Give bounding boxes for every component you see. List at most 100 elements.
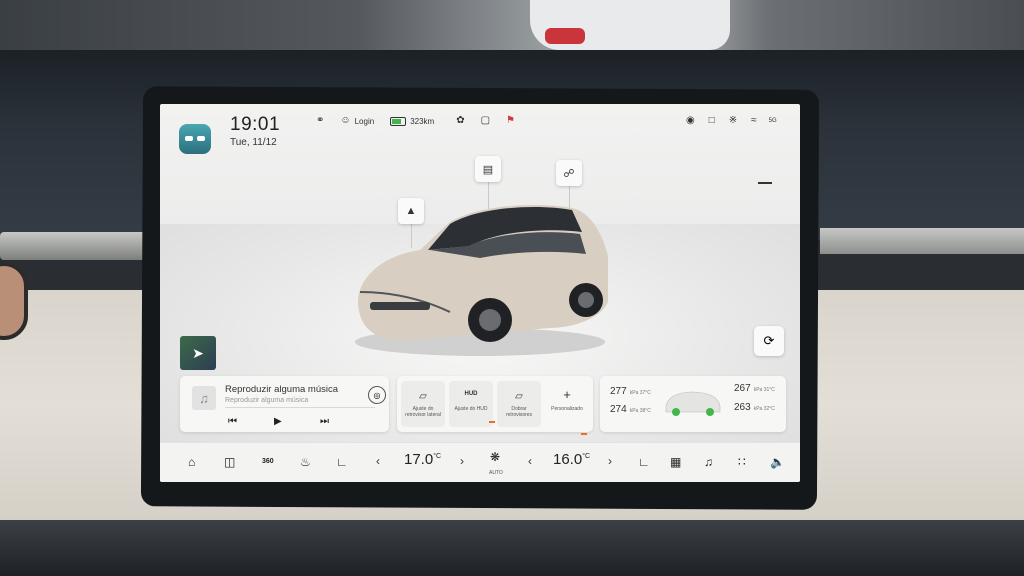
car-rear-rim [578, 292, 594, 308]
hud-adjust-button[interactable]: HUD Ajuste do HUD [449, 381, 493, 427]
charging-port-hotspot[interactable]: ☍ [556, 160, 582, 186]
customize-label: Personalizado [551, 406, 583, 412]
play-icon[interactable]: ▶ [274, 416, 282, 427]
tire-front-right-unit: kPa 31°C [753, 387, 775, 393]
rear-defrost-icon[interactable]: ▦ [670, 455, 681, 469]
signal-icon: 5G [768, 118, 777, 124]
bell-icon[interactable]: ⚑ [506, 116, 515, 126]
tire-car-diagram [665, 391, 721, 416]
location-icon: ◉ [686, 115, 695, 126]
passenger-temp-up[interactable]: › [608, 454, 612, 468]
passenger-seat-icon[interactable]: ∟ [638, 455, 650, 469]
passenger-temp-down[interactable]: ‹ [528, 454, 532, 468]
navigation-tile[interactable]: ➤ [180, 336, 216, 370]
music-subtitle: Reproduzir alguma música [225, 397, 309, 404]
range-label: 323km [410, 116, 435, 126]
fold-mirrors-button[interactable]: ▱ Dobrar retrovisores [497, 381, 541, 427]
driver-temp-down[interactable]: ‹ [376, 454, 380, 468]
fold-mirrors-label: Dobrar retrovisores [505, 406, 533, 418]
window-icon[interactable]: ▢ [481, 116, 490, 126]
mirror-adjust-button[interactable]: ▱ Ajuste do retrovisor lateral [401, 381, 445, 427]
wifi-icon: ≈ [751, 115, 757, 126]
music-divider [225, 407, 375, 408]
date: Tue, 11/12 [230, 137, 277, 148]
card-page-indicator [581, 433, 587, 435]
car-3d-model[interactable] [350, 192, 610, 362]
passenger-temp[interactable]: 16.0°C [553, 451, 590, 468]
app-icon-eye-right [197, 136, 205, 141]
fan-mode-label: AUTO [489, 470, 503, 476]
passenger-temp-unit: °C [582, 453, 591, 460]
tire-front-left: 277 kPa 37°C [610, 386, 651, 397]
rotate-view-icon: ⟳ [763, 333, 775, 348]
music-title: Reproduzir alguma música [225, 384, 338, 395]
hud-icon: HUD [464, 391, 478, 397]
bluetooth-icon: ※ [728, 115, 738, 126]
clock: 19:01 [230, 114, 281, 135]
tire-rear-left-unit: kPa 38°C [629, 408, 651, 414]
login-label[interactable]: Login [355, 117, 375, 126]
music-source-icon[interactable]: ◎ [368, 386, 386, 404]
car-grille [370, 302, 430, 310]
driver-temp-unit: °C [433, 453, 442, 460]
headlight-icon: ▤ [482, 163, 494, 176]
home-icon[interactable]: ⌂ [188, 455, 195, 469]
dashboard-trim-right [820, 228, 1024, 254]
driver-temp-value: 17.0 [404, 451, 434, 468]
next-track-icon[interactable]: ⏭ [320, 416, 329, 427]
camera-view-button[interactable]: ⟳ [754, 326, 784, 356]
tire-rear-left-value: 274 [610, 404, 627, 415]
user-icon[interactable]: ☺ [340, 116, 350, 126]
tire-front-left-value: 277 [610, 386, 627, 397]
collapse-handle[interactable] [758, 182, 772, 184]
lock-icon[interactable]: ⚭ [316, 116, 324, 126]
tire-front-left-unit: kPa 37°C [629, 390, 651, 396]
page-indicator [489, 421, 495, 423]
dashboard-trim-left [0, 232, 150, 260]
volume-icon[interactable]: 🔈 [770, 455, 785, 469]
driver-temp-up[interactable]: › [460, 454, 464, 468]
tire-rear-right: 263 kPa 32°C [734, 402, 775, 413]
tire-rear-left: 274 kPa 38°C [610, 404, 651, 415]
car-front-rim [479, 309, 501, 331]
app-icon-eye-left [185, 136, 193, 141]
hud-adjust-label: Ajuste do HUD [454, 406, 488, 412]
apps-grid-icon[interactable]: ∷ [738, 455, 746, 469]
tire-rear-right-unit: kPa 32°C [753, 406, 775, 412]
driver-temp[interactable]: 17.0°C [404, 451, 441, 468]
music-icon[interactable]: ♫ [704, 455, 713, 469]
status-bar-right: ◉ □ ※ ≈ 5G [686, 116, 777, 126]
infotainment-screen: 19:01 Tue, 11/12 ⚭ ☺ Login 323km ✿ ▢ ⚑ ◉… [160, 104, 800, 482]
music-card[interactable]: ♫ Reproduzir alguma música Reproduzir al… [180, 376, 389, 432]
bottom-dock: ⌂ ◫ 360 ♨ ∟ ‹ 17.0°C › ❋ AUTO ‹ 16.0°C ›… [160, 442, 800, 482]
quick-adjust-card: ▱ Ajuste do retrovisor lateral HUD Ajust… [397, 376, 593, 432]
fold-mirror-icon: ▱ [515, 391, 523, 402]
defrost-icon[interactable]: ♨ [300, 455, 311, 469]
music-note-icon: ♫ [192, 386, 216, 410]
tire-pressure-card[interactable]: 277 kPa 37°C 274 kPa 38°C 267 kPa 31°C 263 k… [600, 376, 786, 432]
passenger-temp-value: 16.0 [553, 451, 583, 468]
fan-icon[interactable]: ❋ [490, 450, 500, 464]
charging-port-icon: ☍ [563, 167, 575, 180]
status-bar-center: ⚭ ☺ Login 323km ✿ ▢ ⚑ [316, 116, 515, 126]
navigation-arrow-icon: ➤ [192, 344, 204, 361]
outside-car-taillight [545, 28, 585, 44]
view-360-icon[interactable]: 360 [262, 458, 274, 465]
tire-rear-right-value: 263 [734, 402, 751, 413]
mirror-adjust-label: Ajuste do retrovisor lateral [405, 406, 441, 418]
tire-wheel-left [672, 408, 680, 416]
rotary-knob [0, 262, 28, 340]
mirror-icon: ▱ [419, 391, 427, 402]
phone-icon: □ [708, 115, 715, 126]
app-launcher-icon[interactable] [179, 124, 211, 154]
tire-wheel-right [706, 408, 714, 416]
previous-track-icon[interactable]: ⏮ [228, 416, 237, 427]
headlight-hotspot[interactable]: ▤ [475, 156, 501, 182]
tire-front-right: 267 kPa 31°C [734, 383, 775, 394]
car-settings-icon[interactable]: ◫ [224, 455, 235, 469]
tire-front-right-value: 267 [734, 383, 751, 394]
plus-icon: + [563, 387, 571, 402]
seat-heat-icon[interactable]: ∟ [336, 455, 348, 469]
customize-button[interactable]: + Personalizado [545, 381, 589, 427]
leaf-icon[interactable]: ✿ [456, 116, 464, 126]
